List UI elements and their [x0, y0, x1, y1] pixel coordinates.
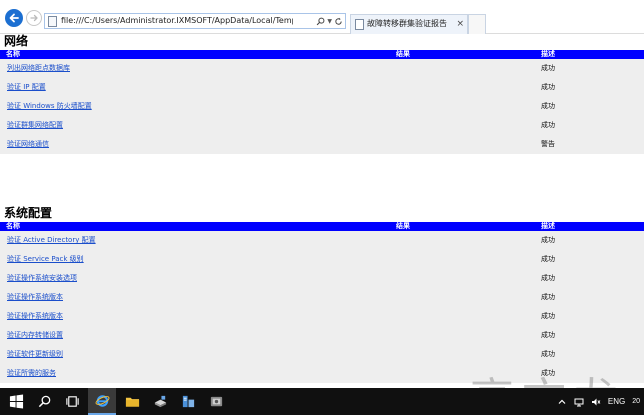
status-text: 成功 [541, 274, 555, 282]
table-body: 验证 Active Directory 配置 成功 验证 Service Pac… [0, 231, 644, 383]
internet-explorer-icon [95, 395, 109, 407]
section-title: 系统配置 [4, 206, 53, 220]
test-link[interactable]: 验证网络通信 [7, 140, 49, 149]
header-name: 名称 [6, 50, 20, 58]
status-text: 成功 [541, 64, 555, 72]
status-text: 成功 [541, 255, 555, 263]
section-system-config: 系统配置 名称 结果 描述 验证 Active Directory 配置 成功 … [0, 206, 644, 383]
windows-logo-icon [9, 394, 23, 409]
test-link[interactable]: 验证 Windows 防火墙配置 [7, 102, 92, 111]
address-url[interactable]: file:///C:/Users/Administrator.IXMSOFT/A… [61, 15, 293, 27]
table-header: 名称 结果 描述 [0, 222, 644, 231]
test-link[interactable]: 验证操作系统安装选项 [7, 274, 77, 283]
table-row: 验证 Service Pack 级别 成功 [0, 250, 644, 269]
header-result: 结果 [396, 222, 410, 230]
table-row: 验证群集网络配置 成功 [0, 116, 644, 135]
table-body: 列出网络距点数据库 成功 验证 IP 配置 成功 验证 Windows 防火墙配… [0, 59, 644, 154]
taskbar-failover-cluster-manager[interactable] [174, 388, 202, 415]
test-link[interactable]: 验证软件更新级别 [7, 350, 63, 359]
chevron-up-icon[interactable] [557, 397, 567, 407]
test-link[interactable]: 验证所需的服务 [7, 369, 56, 378]
refresh-icon[interactable] [334, 17, 343, 26]
report-page: 网络 名称 结果 描述 列出网络距点数据库 成功 验证 IP 配置 成功 验证 … [0, 34, 644, 388]
taskbar-internet-explorer[interactable] [88, 388, 116, 415]
status-text: 成功 [541, 312, 555, 320]
taskbar-admin-tools[interactable] [202, 388, 230, 415]
status-text: 成功 [541, 331, 555, 339]
table-row: 验证内存转储设置 成功 [0, 326, 644, 345]
system-clock[interactable]: 20 [632, 398, 640, 405]
page-icon [355, 19, 364, 30]
search-icon [38, 395, 50, 408]
table-row: 列出网络距点数据库 成功 [0, 59, 644, 78]
status-text: 成功 [541, 236, 555, 244]
search-button[interactable] [30, 388, 58, 415]
admin-tools-icon [210, 396, 222, 407]
tab-validation-report[interactable]: 故障转移群集验证报告 × [350, 14, 468, 34]
status-text: 成功 [541, 83, 555, 91]
table-row: 验证软件更新级别 成功 [0, 345, 644, 364]
status-text: 警告 [541, 140, 555, 148]
cluster-icon [182, 395, 194, 408]
test-link[interactable]: 验证 Service Pack 级别 [7, 255, 84, 264]
test-link[interactable]: 验证操作系统版本 [7, 312, 63, 321]
table-header: 名称 结果 描述 [0, 50, 644, 59]
status-text: 成功 [541, 121, 555, 129]
header-name: 名称 [6, 222, 20, 230]
dropdown-icon[interactable]: ▼ [327, 17, 332, 26]
taskbar-file-explorer[interactable] [118, 388, 146, 415]
table-row: 验证所需的服务 成功 [0, 364, 644, 383]
volume-muted-icon[interactable] [591, 397, 601, 407]
header-result: 结果 [396, 50, 410, 58]
arrow-left-icon [9, 13, 19, 23]
task-view-icon [65, 396, 79, 407]
new-tab-button[interactable] [468, 14, 486, 34]
test-link[interactable]: 验证群集网络配置 [7, 121, 63, 130]
table-row: 验证操作系统版本 成功 [0, 307, 644, 326]
section-title: 网络 [4, 34, 29, 48]
network-icon[interactable] [574, 397, 584, 407]
search-icon[interactable] [316, 17, 325, 26]
browser-toolbar: file:///C:/Users/Administrator.IXMSOFT/A… [0, 0, 644, 34]
input-language[interactable]: ENG [608, 397, 625, 406]
table-row: 验证操作系统安装选项 成功 [0, 269, 644, 288]
task-view-button[interactable] [58, 388, 86, 415]
arrow-right-icon [30, 14, 38, 22]
test-link[interactable]: 列出网络距点数据库 [7, 64, 70, 73]
table-row: 验证操作系统版本 成功 [0, 288, 644, 307]
header-description: 描述 [541, 222, 555, 230]
section-network: 网络 名称 结果 描述 列出网络距点数据库 成功 验证 IP 配置 成功 验证 … [0, 34, 644, 154]
status-text: 成功 [541, 102, 555, 110]
table-row: 验证网络通信 警告 [0, 135, 644, 154]
table-row: 验证 Windows 防火墙配置 成功 [0, 97, 644, 116]
test-link[interactable]: 验证操作系统版本 [7, 293, 63, 302]
test-link[interactable]: 验证 Active Directory 配置 [7, 236, 96, 245]
close-tab-button[interactable]: × [456, 18, 464, 30]
forward-button[interactable] [26, 10, 42, 26]
table-row: 验证 IP 配置 成功 [0, 78, 644, 97]
table-row: 验证 Active Directory 配置 成功 [0, 231, 644, 250]
page-icon [48, 16, 57, 27]
taskbar: ENG 20 [0, 388, 644, 415]
tab-title: 故障转移群集验证报告 [367, 19, 447, 28]
address-bar[interactable]: file:///C:/Users/Administrator.IXMSOFT/A… [44, 13, 346, 29]
status-text: 成功 [541, 293, 555, 301]
status-text: 成功 [541, 369, 555, 377]
status-text: 成功 [541, 350, 555, 358]
test-link[interactable]: 验证 IP 配置 [7, 83, 46, 92]
back-button[interactable] [5, 9, 23, 27]
system-tray: ENG 20 [557, 388, 644, 415]
test-link[interactable]: 验证内存转储设置 [7, 331, 63, 340]
start-button[interactable] [2, 388, 30, 415]
server-manager-icon [154, 395, 166, 408]
header-description: 描述 [541, 50, 555, 58]
folder-icon [125, 397, 139, 407]
taskbar-server-manager[interactable] [146, 388, 174, 415]
